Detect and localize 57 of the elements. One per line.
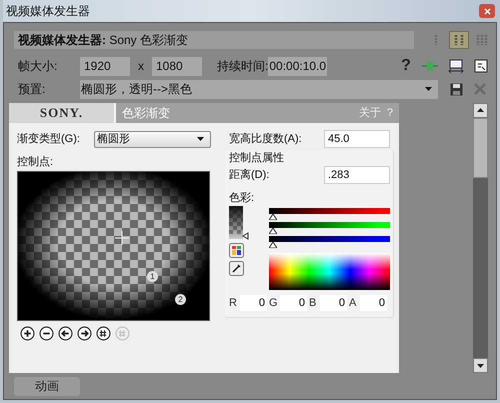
distance-field[interactable]: .283 xyxy=(324,166,390,184)
gradient-type-dropdown[interactable]: 椭圆形 xyxy=(94,130,211,148)
color-slider[interactable] xyxy=(269,222,390,234)
scroll-up-icon[interactable] xyxy=(473,103,488,118)
color-spectrum[interactable] xyxy=(269,253,390,290)
color-slider[interactable] xyxy=(269,236,390,248)
duration-label: 持续时间: xyxy=(217,58,268,75)
zoom-in-icon[interactable] xyxy=(20,326,35,341)
view-toggle[interactable] xyxy=(449,31,469,49)
height-field[interactable]: 1080 xyxy=(152,56,202,76)
size-separator: x xyxy=(137,58,145,75)
help-button[interactable]: ? xyxy=(398,57,414,75)
right-arrow-icon[interactable] xyxy=(77,326,92,341)
dropdown-arrow-icon xyxy=(197,137,204,141)
dropdown-arrow-icon xyxy=(425,87,432,91)
palette-icon[interactable] xyxy=(229,243,244,258)
width-field[interactable]: 1920 xyxy=(80,56,130,76)
channel-field[interactable]: 0 xyxy=(360,295,387,312)
channel-label: G xyxy=(269,296,278,311)
color-slider[interactable] xyxy=(269,208,390,220)
aspect-label: 宽高比度数(A): xyxy=(229,132,303,147)
window-icon[interactable] xyxy=(474,59,488,73)
duration-field[interactable]: 00:00:10.0 xyxy=(268,56,328,76)
channel-field[interactable]: 0 xyxy=(240,295,267,312)
channel-label: A xyxy=(349,296,358,311)
plugin-title: 色彩渐变 xyxy=(122,105,170,122)
channel-field[interactable]: 0 xyxy=(280,295,307,312)
channel-label: R xyxy=(229,296,238,311)
color-label: 色彩: xyxy=(229,191,256,205)
scroll-thumb[interactable] xyxy=(473,118,488,178)
scrollbar[interactable] xyxy=(473,103,488,373)
control-points-label: 控制点: xyxy=(17,154,54,170)
gradient-type-label: 渐变类型(G): xyxy=(17,132,81,147)
preset-dropdown[interactable]: 椭圆形，透明-->黑色 xyxy=(80,80,438,98)
header-title: 视频媒体发生器: Sony 色彩渐变 xyxy=(18,32,188,49)
eyedropper-icon[interactable] xyxy=(229,261,244,276)
close-button[interactable] xyxy=(479,4,495,18)
scroll-down-icon[interactable] xyxy=(473,358,488,373)
distance-label: 距离(D): xyxy=(229,168,270,183)
monitor-icon[interactable] xyxy=(448,58,464,74)
save-icon[interactable] xyxy=(450,82,463,96)
sony-logo: SONY. xyxy=(40,104,84,122)
left-arrow-icon[interactable] xyxy=(58,326,73,341)
group-title: 控制点属性 xyxy=(229,150,285,165)
frame-size-label: 帧大小: xyxy=(17,58,58,75)
grid-icon xyxy=(476,35,488,45)
aspect-field[interactable]: 45.0 xyxy=(324,130,390,148)
window-title: 视频媒体发生器 xyxy=(6,3,90,20)
grid-icon xyxy=(453,35,465,45)
zoom-out-icon[interactable] xyxy=(39,326,54,341)
preset-label: 预置: xyxy=(17,81,46,98)
channel-field[interactable]: 0 xyxy=(320,295,347,312)
close-icon xyxy=(484,8,490,14)
grid-icon[interactable] xyxy=(96,326,111,341)
channel-label: B xyxy=(309,296,318,311)
color-swatch[interactable] xyxy=(229,206,249,240)
animate-button[interactable]: 动画 xyxy=(14,376,80,396)
